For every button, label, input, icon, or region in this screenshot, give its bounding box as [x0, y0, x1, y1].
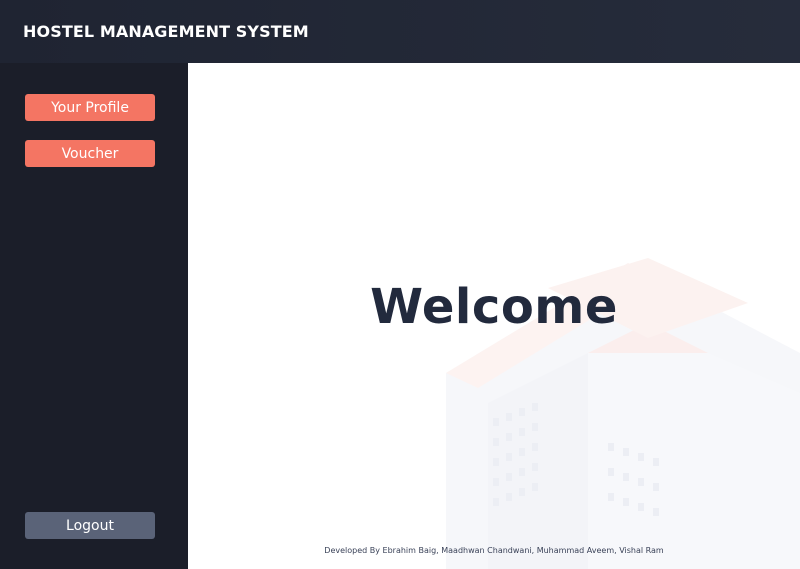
- welcome-heading: Welcome: [370, 279, 618, 335]
- developer-credits: Developed By Ebrahim Baig, Maadhwan Chan…: [324, 546, 664, 555]
- main-content: Welcome Developed By Ebrahim Baig, Maadh…: [188, 63, 800, 569]
- sidebar: Your Profile Voucher Logout: [0, 63, 188, 569]
- your-profile-button[interactable]: Your Profile: [25, 94, 155, 121]
- app-title: HOSTEL MANAGEMENT SYSTEM: [23, 22, 309, 41]
- logout-button[interactable]: Logout: [25, 512, 155, 539]
- voucher-button[interactable]: Voucher: [25, 140, 155, 167]
- app-header: HOSTEL MANAGEMENT SYSTEM: [0, 0, 800, 63]
